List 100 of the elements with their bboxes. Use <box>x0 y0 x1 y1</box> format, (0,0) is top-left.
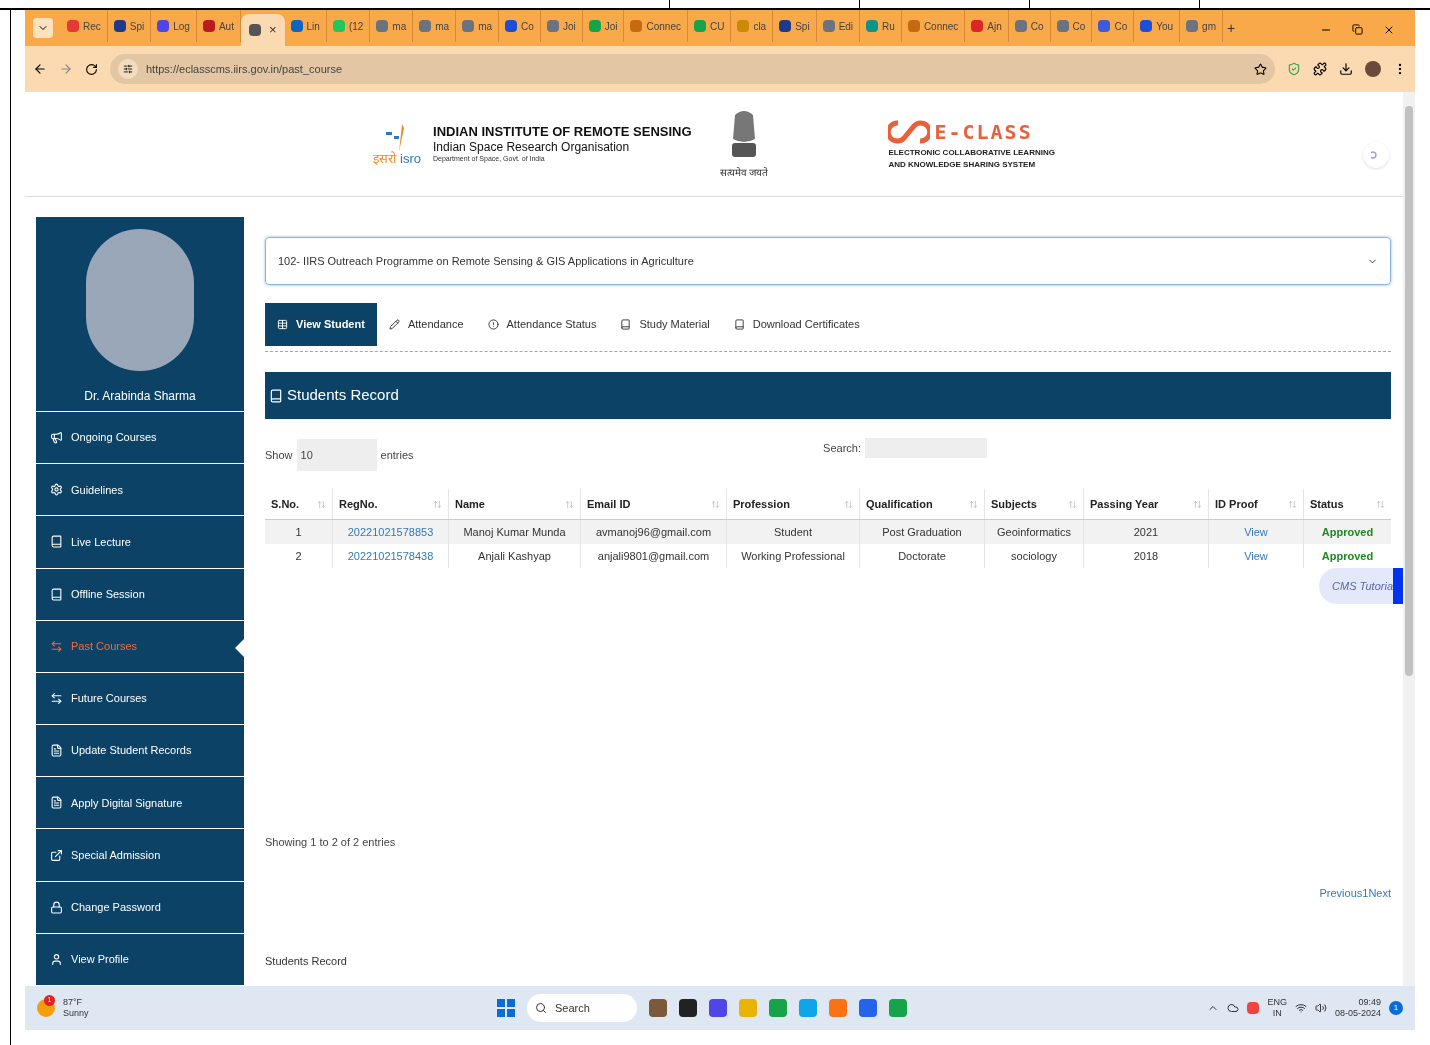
page-link[interactable]: 1 <box>1362 884 1369 901</box>
sidebar-item[interactable]: View Profile <box>36 933 244 986</box>
sidebar-item[interactable]: Special Admission <box>36 829 244 882</box>
sidebar-item[interactable]: Past Courses <box>36 620 244 673</box>
sidebar-item[interactable]: Guidelines <box>36 464 244 517</box>
alert-icon <box>487 319 499 330</box>
next-link[interactable]: Next <box>1368 884 1391 901</box>
browser-tab[interactable]: CU <box>687 10 732 42</box>
column-header[interactable]: Status <box>1304 489 1391 519</box>
column-header[interactable]: ID Proof <box>1209 489 1304 519</box>
column-header[interactable]: Email ID <box>581 489 727 519</box>
browser-tab[interactable]: × <box>240 14 285 46</box>
taskbar-app-icon[interactable] <box>649 999 667 1017</box>
new-tab-button[interactable]: + <box>1227 18 1236 39</box>
taskbar-app-icon[interactable] <box>709 999 727 1017</box>
page-size-field[interactable]: 10 <box>296 439 377 471</box>
table-cell-text: Approved <box>1320 548 1375 564</box>
browser-tab[interactable]: (12 <box>326 10 371 42</box>
panel-title: Students Record <box>287 385 399 406</box>
sidebar-item[interactable]: Update Student Records <box>36 725 244 778</box>
notification-badge[interactable]: 1 <box>1389 1001 1403 1015</box>
start-icon[interactable] <box>497 999 515 1017</box>
sidebar-item[interactable]: Ongoing Courses <box>36 412 244 465</box>
browser-tab[interactable]: Spi <box>107 10 152 42</box>
profile-avatar[interactable] <box>1365 61 1381 77</box>
tab[interactable]: View Student <box>265 303 377 346</box>
tab-list-button[interactable] <box>33 18 53 38</box>
column-header[interactable]: Subjects <box>985 489 1084 519</box>
restore-icon[interactable] <box>1352 24 1363 35</box>
browser-tab[interactable]: Connec <box>624 10 688 42</box>
tab-title: Log <box>173 19 190 34</box>
previous-link[interactable]: Previous <box>1319 884 1363 901</box>
browser-tab[interactable]: Co <box>499 10 541 42</box>
browser-tab[interactable]: Co <box>1050 10 1093 42</box>
browser-tab[interactable]: Connec <box>901 10 966 42</box>
volume-icon[interactable] <box>1314 1002 1327 1014</box>
browser-tab[interactable]: ma <box>456 10 500 42</box>
browser-tab[interactable]: Co <box>1092 10 1135 42</box>
region-text[interactable]: IN <box>1272 1008 1282 1020</box>
floating-logo-button[interactable] <box>1363 142 1389 168</box>
browser-tab[interactable]: Log <box>151 10 197 42</box>
column-header[interactable]: Qualification <box>860 489 985 519</box>
table-cell[interactable]: 20221021578438 <box>333 544 449 568</box>
browser-tab[interactable]: Edi <box>816 10 861 42</box>
reload-icon[interactable] <box>85 62 98 76</box>
tab[interactable]: Study Material <box>608 303 722 346</box>
file-icon <box>50 744 63 758</box>
tray-app-icon[interactable] <box>1247 1002 1260 1014</box>
tab[interactable]: Download Certificates <box>721 303 872 346</box>
taskbar-search-field[interactable]: Search <box>527 994 637 1022</box>
browser-tab[interactable]: Ajn <box>965 10 1009 42</box>
browser-tab[interactable]: Joi <box>582 10 625 42</box>
browser-tab[interactable]: Lin <box>284 10 327 42</box>
extensions-icon[interactable] <box>1313 62 1327 76</box>
clock-time[interactable]: 09:49 <box>1358 996 1381 1008</box>
site-info-icon[interactable] <box>123 64 133 74</box>
column-header[interactable]: Passing Year <box>1084 489 1209 519</box>
column-header[interactable]: RegNo. <box>333 489 449 519</box>
tab-title: Spi <box>795 19 810 34</box>
forward-icon[interactable] <box>59 62 73 76</box>
sidebar-item[interactable]: Live Lecture <box>36 516 244 569</box>
tab-title: Connec <box>646 19 681 34</box>
wifi-icon[interactable] <box>1294 1002 1307 1014</box>
browser-tab[interactable]: ma <box>413 10 457 42</box>
browser-tab[interactable]: ma <box>370 10 414 42</box>
tab[interactable]: Attendance Status <box>475 303 609 346</box>
column-header[interactable]: Name <box>449 489 581 519</box>
close-tab-button[interactable]: × <box>268 20 277 40</box>
browser-tab[interactable]: Joi <box>540 10 583 42</box>
browser-tab[interactable]: gm <box>1180 10 1223 42</box>
tab-title: Rec <box>83 19 101 34</box>
browser-tab[interactable]: cla <box>731 10 774 42</box>
sidebar-item[interactable]: Offline Session <box>36 568 244 621</box>
sidebar-item[interactable]: Future Courses <box>36 672 244 726</box>
column-header[interactable]: S.No. <box>265 489 333 519</box>
download-icon[interactable] <box>1339 62 1353 76</box>
taskbar-app-icon[interactable] <box>679 999 697 1017</box>
course-select[interactable]: 102- IIRS Outreach Programme on Remote Sensing & GIS Applications in Agriculture <box>265 237 1391 285</box>
browser-tab[interactable]: Ru <box>860 10 902 42</box>
browser-tab[interactable]: You <box>1134 10 1181 42</box>
scrollbar[interactable] <box>1403 92 1415 986</box>
tab-title: ma <box>392 19 407 34</box>
address-field[interactable]: https://eclasscms.iirs.gov.in/past_course <box>110 54 1275 84</box>
sidebar-item[interactable]: Change Password <box>36 881 244 934</box>
shield-icon[interactable] <box>1287 62 1301 76</box>
browser-tab[interactable]: Rec <box>61 10 108 42</box>
browser-tab[interactable]: Co <box>1008 10 1051 42</box>
back-icon[interactable] <box>33 62 47 76</box>
tutorial-button[interactable]: CMS Tutoria <box>1319 568 1403 604</box>
clock-date[interactable]: 08-05-2024 <box>1334 1008 1381 1020</box>
browser-tab[interactable]: Aut <box>196 10 241 42</box>
tab[interactable]: Attendance <box>376 303 476 346</box>
close-window-icon[interactable] <box>1383 24 1395 36</box>
bookmark-star-icon[interactable] <box>1254 62 1267 76</box>
sidebar-item[interactable]: Apply Digital Signature <box>36 777 244 830</box>
table-cell[interactable]: View <box>1209 544 1304 568</box>
language-text[interactable]: ENG <box>1267 996 1287 1008</box>
column-header[interactable]: Profession <box>727 489 860 519</box>
cloud-icon[interactable] <box>1227 1002 1240 1014</box>
browser-tab[interactable]: Spi <box>773 10 817 42</box>
